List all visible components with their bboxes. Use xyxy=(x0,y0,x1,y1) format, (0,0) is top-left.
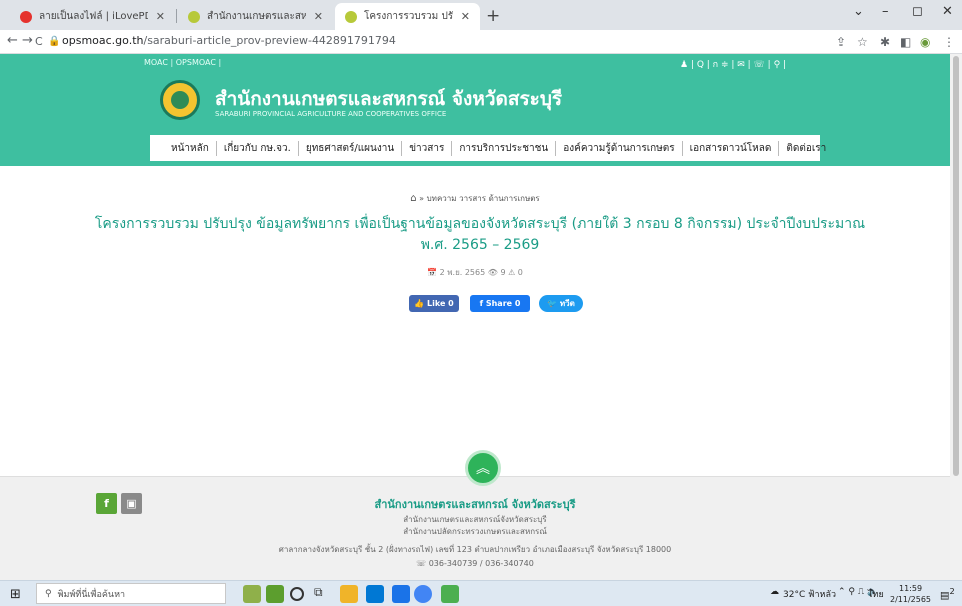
tab-search-icon[interactable]: ⌄ xyxy=(853,4,864,19)
tab-title: ลายเป็นลงไฟล์ | iLovePDF xyxy=(39,11,148,22)
clock-time: 11:59 xyxy=(898,584,923,593)
line-chat-icon[interactable] xyxy=(441,585,459,603)
menu-item-strategy[interactable]: ยุทธศาสตร์/แผนงาน xyxy=(299,140,403,156)
site-favicon-icon xyxy=(345,10,357,23)
page-scrollbar[interactable] xyxy=(950,54,962,580)
minimize-icon[interactable]: – xyxy=(882,4,889,19)
file-explorer-icon[interactable] xyxy=(340,585,358,603)
clock-date: 2/11/2565 xyxy=(890,595,932,604)
new-tab-icon[interactable]: + xyxy=(486,6,500,26)
url-host: opsmoac.go.th xyxy=(62,34,144,47)
menu-item-contact[interactable]: ติดต่อเรา xyxy=(779,141,833,156)
reload-icon[interactable]: C xyxy=(35,35,43,48)
taskbar-clock[interactable]: 11:59 2/11/2565 xyxy=(890,583,931,605)
scroll-to-top-button[interactable]: ︽ xyxy=(465,450,501,486)
close-window-icon[interactable]: ✕ xyxy=(942,4,953,19)
notification-center-icon[interactable]: ▤2 xyxy=(940,586,955,601)
close-tab-icon[interactable]: ✕ xyxy=(156,10,165,23)
lock-icon: 🔒 xyxy=(48,36,61,47)
taskbar-search-input[interactable]: ⚲ พิมพ์ที่นี่เพื่อค้นหา xyxy=(36,583,226,604)
windows-start-icon[interactable]: ⊞ xyxy=(10,587,21,602)
profile-avatar-icon[interactable]: ◉ xyxy=(920,35,930,49)
tweet-button[interactable]: 🐦 ทวีต xyxy=(539,295,583,312)
app-pinned-2-icon[interactable] xyxy=(266,585,284,603)
menu-dots-icon[interactable]: ⋮ xyxy=(943,35,955,49)
facebook-share-button[interactable]: f Share 0 xyxy=(470,295,530,312)
search-placeholder: พิมพ์ที่นี่เพื่อค้นหา xyxy=(57,589,126,600)
app-blue-icon[interactable] xyxy=(392,585,410,603)
menu-item-downloads[interactable]: เอกสารดาวน์โหลด xyxy=(683,140,780,156)
url-path: /saraburi-article_prov-preview-442891791… xyxy=(143,34,396,47)
tab-ilovepdf[interactable]: ลายเป็นลงไฟล์ | iLovePDF ✕ xyxy=(10,3,175,30)
extensions-icon[interactable]: ✱ xyxy=(880,35,890,49)
address-bar: ← → C 🔒 opsmoac.go.th/saraburi-article_p… xyxy=(0,30,962,54)
url-field[interactable]: opsmoac.go.th/saraburi-article_prov-prev… xyxy=(62,34,396,47)
menu-item-news[interactable]: ข่าวสาร xyxy=(402,140,453,156)
windows-taskbar: ⊞ ⚲ พิมพ์ที่นี่เพื่อค้นหา ⧉ ☁ 32°C ฟ้าหล… xyxy=(0,580,962,606)
cortana-icon[interactable] xyxy=(290,587,304,601)
footer-line-2: สำนักงานปลัดกระทรวงเกษตรและสหกรณ์ xyxy=(403,527,547,536)
site-header: MOAC | OPSMOAC | ♟ | Q | ก ≑ | ✉ | ☏ | ⚲… xyxy=(0,54,950,166)
facebook-like-button[interactable]: 👍 Like 0 xyxy=(409,295,459,312)
back-icon[interactable]: ← xyxy=(7,33,18,48)
tab-title: โครงการรวบรวม ปรับปรุง ข้อมูลทรัพยา xyxy=(364,11,453,22)
home-icon[interactable]: ⌂ xyxy=(410,193,416,204)
close-tab-icon[interactable]: ✕ xyxy=(461,10,470,23)
tab-active-article[interactable]: โครงการรวบรวม ปรับปรุง ข้อมูลทรัพยา ✕ xyxy=(335,3,480,30)
breadcrumb-category[interactable]: » บทความ วารสาร ด้านการเกษตร xyxy=(419,194,540,203)
input-language[interactable]: ไทย xyxy=(868,587,884,601)
web-page: MOAC | OPSMOAC | ♟ | Q | ก ≑ | ✉ | ☏ | ⚲… xyxy=(0,54,950,580)
ministry-logo-icon[interactable] xyxy=(160,80,200,120)
weather-status[interactable]: 32°C ฟ้าหลัว xyxy=(783,587,836,601)
footer-address: ศาลากลางจังหวัดสระบุรี ชั้น 2 (ฝั่งทางรถ… xyxy=(278,545,672,554)
menu-item-knowledge[interactable]: องค์ความรู้ด้านการเกษตร xyxy=(556,140,683,156)
article-meta: 📅 2 พ.ย. 2565 👁 9 ⚠ 0 xyxy=(427,268,523,277)
maximize-icon[interactable]: ◻ xyxy=(912,4,923,19)
mail-icon[interactable] xyxy=(366,585,384,603)
article-title: โครงการรวบรวม ปรับปรุง ข้อมูลทรัพยากร เพ… xyxy=(94,216,866,253)
tab-saraburi-office[interactable]: สำนักงานเกษตรและสหกรณ์ จังหวัดสระ ✕ xyxy=(178,3,333,30)
menu-item-about[interactable]: เกี่ยวกับ กษ.จว. xyxy=(217,140,299,156)
top-utility-icons[interactable]: ♟ | Q | ก ≑ | ✉ | ☏ | ⚲ | xyxy=(680,57,786,71)
notification-count: 2 xyxy=(949,586,955,596)
tab-bar: ลายเป็นลงไฟล์ | iLovePDF ✕ สำนักงานเกษตร… xyxy=(0,0,962,30)
bookmark-star-icon[interactable]: ☆ xyxy=(857,35,868,49)
search-icon: ⚲ xyxy=(45,588,52,599)
ilovepdf-favicon-icon xyxy=(20,10,32,23)
site-footer: f ▣ สำนักงานเกษตรและสหกรณ์ จังหวัดสระบุร… xyxy=(0,476,950,580)
forward-icon[interactable]: → xyxy=(22,33,33,48)
task-view-icon[interactable]: ⧉ xyxy=(314,585,332,603)
share-icon[interactable]: ⇪ xyxy=(836,35,846,49)
close-tab-icon[interactable]: ✕ xyxy=(314,10,323,23)
main-menu: หน้าหลัก เกี่ยวกับ กษ.จว. ยุทธศาสตร์/แผน… xyxy=(150,135,826,161)
side-panel-icon[interactable]: ◧ xyxy=(900,35,911,49)
site-favicon-icon xyxy=(188,10,200,23)
site-subtitle: SARABURI PROVINCIAL AGRICULTURE AND COOP… xyxy=(215,110,447,118)
footer-title: สำนักงานเกษตรและสหกรณ์ จังหวัดสระบุรี xyxy=(374,498,576,511)
breadcrumb: ⌂ » บทความ วารสาร ด้านการเกษตร xyxy=(0,192,950,205)
menu-item-home[interactable]: หน้าหลัก xyxy=(164,140,217,156)
tab-title: สำนักงานเกษตรและสหกรณ์ จังหวัดสระ xyxy=(207,11,306,22)
weather-icon[interactable]: ☁ xyxy=(770,587,779,597)
menu-item-services[interactable]: การบริการประชาชน xyxy=(452,140,557,156)
footer-phone: ☏ 036-340739 / 036-340740 xyxy=(416,559,534,568)
chrome-icon[interactable] xyxy=(414,585,432,603)
app-pinned-1-icon[interactable] xyxy=(243,585,261,603)
top-links[interactable]: MOAC | OPSMOAC | xyxy=(144,58,221,67)
